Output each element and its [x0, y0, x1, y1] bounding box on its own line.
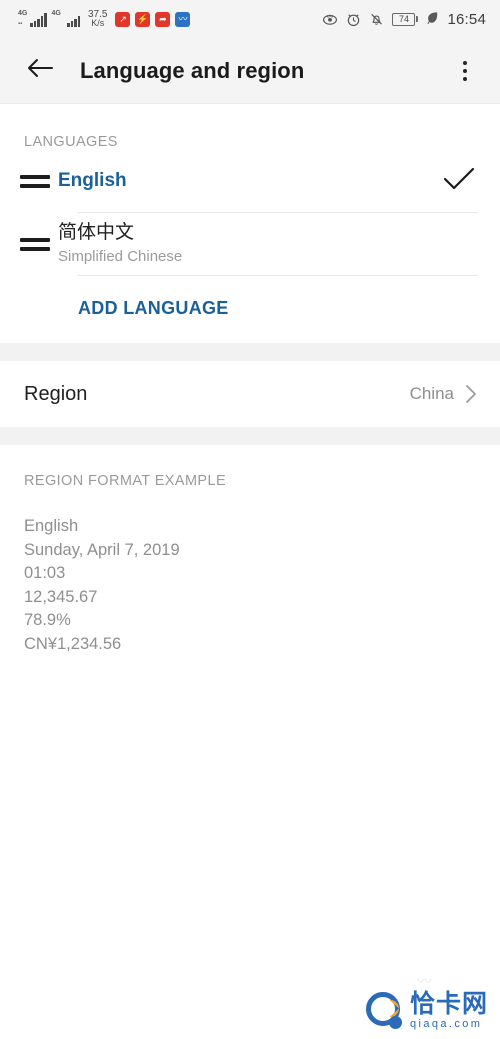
- region-card: Region China: [0, 361, 500, 427]
- network-type-label-2: 4G: [51, 10, 61, 17]
- notification-app-icon-2: ⚡: [135, 11, 151, 27]
- bell-muted-icon: [369, 12, 384, 27]
- signal-bars-icon-2: 4G: [51, 10, 80, 27]
- leaf-icon: [426, 11, 439, 28]
- status-bar-right: 74 16:54: [322, 11, 486, 28]
- notification-app-icon-3: ➦: [155, 11, 171, 27]
- region-format-line: 78.9%: [24, 611, 71, 629]
- language-subtitle-2: Simplified Chinese: [58, 248, 183, 265]
- battery-cap: [416, 16, 419, 22]
- sim-dots-1: ▪▪: [18, 21, 23, 27]
- section-gap-2: [0, 427, 500, 445]
- signal-bars-icon: 4G ▪▪: [18, 10, 47, 27]
- watermark-text: 恰卡网 qiaqa.com: [410, 992, 488, 1030]
- region-label: Region: [24, 382, 88, 405]
- chevron-right-icon: [464, 383, 478, 405]
- section-gap-1: [0, 343, 500, 361]
- region-value: China: [409, 384, 454, 403]
- region-format-list: English Sunday, April 7, 2019 01:03 12,3…: [0, 489, 500, 656]
- watermark-en-text: qiaqa.com: [409, 1018, 483, 1030]
- languages-section-header: LANGUAGES: [24, 134, 118, 150]
- status-bar-clock: 16:54: [447, 10, 486, 28]
- language-list-item-chinese[interactable]: 简体中文 Simplified Chinese: [0, 213, 500, 275]
- watermark: 恰卡网 qiaqa.com: [365, 991, 488, 1031]
- phone-screen: 4G ▪▪ 4G 37.5 K/s ↗ ⚡ ➦ 〰 74 16:54 Langu…: [0, 0, 500, 1039]
- status-bar: 4G ▪▪ 4G 37.5 K/s ↗ ⚡ ➦ 〰 74 16:54: [0, 0, 500, 38]
- network-type-label-1: 4G: [18, 10, 28, 17]
- eye-comfort-icon: [322, 12, 338, 26]
- check-icon: [442, 166, 476, 197]
- region-format-line: Sunday, April 7, 2019: [24, 540, 180, 559]
- watermark-dot: [388, 1016, 402, 1029]
- app-bar: Language and region: [0, 38, 500, 104]
- region-format-line: 12,345.67: [24, 587, 98, 606]
- add-language-button[interactable]: ADD LANGUAGE: [0, 276, 500, 343]
- overflow-menu-button[interactable]: [450, 53, 480, 89]
- language-name-2: 简体中文: [58, 222, 135, 243]
- language-item-text: English: [58, 169, 432, 193]
- region-format-card: REGION FORMAT EXAMPLE English Sunday, Ap…: [0, 445, 500, 656]
- battery-level: 74: [392, 12, 416, 26]
- battery-indicator: 74: [392, 12, 419, 26]
- watermark-swoosh: 〰: [416, 973, 432, 990]
- notification-app-icon-4: 〰: [175, 11, 191, 27]
- drag-handle-icon-2[interactable]: [20, 237, 50, 251]
- language-item-text-2: 简体中文 Simplified Chinese: [58, 221, 476, 267]
- status-bar-left: 4G ▪▪ 4G 37.5 K/s ↗ ⚡ ➦ 〰: [18, 10, 191, 28]
- language-list-item-english[interactable]: English: [0, 150, 500, 212]
- more-vertical-icon-dot-1: [463, 60, 467, 65]
- arrow-left-icon: [26, 57, 54, 84]
- region-format-line: 01:03: [24, 564, 66, 582]
- back-button[interactable]: [24, 55, 56, 87]
- watermark-cn-text: 恰卡网: [409, 990, 488, 1018]
- page-title: Language and region: [80, 57, 305, 83]
- watermark-logo-icon: [365, 991, 405, 1031]
- more-vertical-icon-dot-2: [463, 68, 467, 73]
- notification-app-icon-1: ↗: [115, 11, 131, 27]
- more-vertical-icon-dot-3: [463, 76, 467, 81]
- network-speed-indicator: 37.5 K/s: [88, 10, 107, 28]
- drag-handle-icon[interactable]: [20, 174, 50, 188]
- region-format-line: CN¥1,234.56: [24, 634, 122, 653]
- languages-card: LANGUAGES English 简体中文 Simplified Chines…: [0, 104, 500, 343]
- region-format-header: REGION FORMAT EXAMPLE: [24, 473, 227, 489]
- region-row[interactable]: Region China: [0, 361, 500, 427]
- language-name: English: [58, 170, 127, 191]
- network-speed-unit: K/s: [91, 18, 105, 28]
- region-format-line: English: [24, 517, 79, 535]
- alarm-clock-icon: [346, 12, 361, 27]
